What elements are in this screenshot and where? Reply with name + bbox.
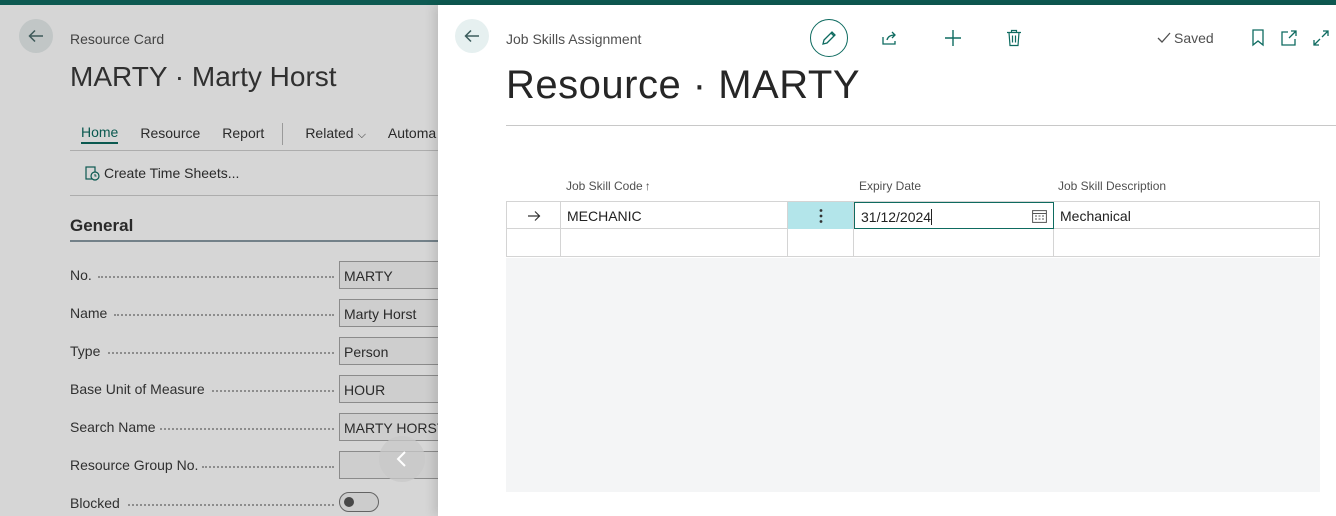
open-new-window-button[interactable] (1278, 27, 1300, 49)
page-title: Resource · MARTY (506, 63, 861, 107)
section-underline (70, 240, 438, 242)
field-type: Type Person (70, 337, 438, 365)
edit-button[interactable] (810, 19, 848, 57)
saved-label: Saved (1174, 30, 1214, 46)
pencil-icon (822, 31, 836, 45)
checkmark-icon (1157, 32, 1171, 43)
field-blocked: Blocked (70, 489, 438, 516)
bookmark-button[interactable] (1247, 27, 1269, 49)
row-actions-button[interactable] (788, 202, 854, 229)
tab-related-label: Related (305, 124, 354, 141)
trash-icon (1007, 29, 1021, 47)
chevron-left-icon (396, 451, 406, 467)
search-name-input[interactable]: MARTY HORST (339, 413, 438, 441)
table-row-new[interactable] (506, 229, 1320, 257)
blocked-toggle[interactable] (339, 492, 379, 512)
row-actions-cell (788, 229, 854, 256)
job-skills-assignment-panel: Job Skills Assignment Saved Resource · M… (438, 5, 1336, 516)
field-leader-dots (108, 352, 334, 354)
field-name: Name Marty Horst (70, 299, 438, 327)
create-time-sheets-action[interactable]: Create Time Sheets... (84, 165, 239, 181)
field-label: Blocked (70, 495, 120, 511)
plus-icon (945, 30, 961, 46)
column-header-expiry-date[interactable]: Expiry Date (859, 179, 921, 193)
field-base-unit-of-measure: Base Unit of Measure HOUR (70, 375, 438, 403)
field-label: Search Name (70, 419, 156, 435)
expand-button[interactable] (1310, 27, 1332, 49)
divider (70, 195, 438, 196)
row-selector[interactable] (507, 202, 561, 229)
text-cursor (931, 209, 933, 225)
tab-home[interactable]: Home (81, 124, 119, 144)
row-selector[interactable] (507, 229, 561, 256)
tab-resource[interactable]: Resource (140, 125, 200, 143)
field-label: Name (70, 305, 108, 321)
section-general-title[interactable]: General (70, 216, 133, 236)
bookmark-icon (1252, 29, 1264, 47)
job-skills-grid: MECHANIC 31/12/2024 Mechanical (506, 201, 1320, 257)
base-unit-of-measure-input[interactable]: HOUR (339, 375, 438, 403)
action-tabs: Home Resource Report Related ⌵ Automa (70, 123, 438, 145)
job-skill-code-cell[interactable]: MECHANIC (561, 202, 788, 229)
field-label: No. (70, 267, 92, 283)
expiry-date-cell[interactable] (854, 229, 1054, 256)
expiry-date-value: 31/12/2024 (861, 209, 932, 225)
tab-related[interactable]: Related ⌵ (305, 125, 366, 144)
field-label: Base Unit of Measure (70, 381, 205, 397)
resource-card-background: Resource Card MARTY · Marty Horst Home R… (0, 5, 438, 516)
breadcrumb: Job Skills Assignment (506, 31, 642, 47)
job-skill-description-cell[interactable] (1054, 229, 1320, 256)
arrow-left-icon (28, 29, 43, 43)
field-leader-dots (114, 314, 334, 316)
job-skill-description-cell[interactable]: Mechanical (1054, 202, 1320, 229)
expiry-date-input[interactable]: 31/12/2024 (854, 202, 1054, 229)
field-leader-dots (212, 390, 334, 392)
create-time-sheets-label: Create Time Sheets... (104, 165, 240, 181)
chevron-down-icon: ⌵ (357, 128, 366, 141)
saved-status: Saved (1157, 30, 1214, 46)
open-in-new-window-icon (1281, 30, 1297, 46)
field-no: No. MARTY (70, 261, 438, 289)
back-button[interactable] (19, 19, 53, 53)
field-leader-dots (160, 428, 334, 430)
expand-icon (1313, 30, 1329, 46)
calendar-icon[interactable] (1032, 209, 1047, 223)
breadcrumb: Resource Card (70, 31, 165, 47)
table-row[interactable]: MECHANIC 31/12/2024 Mechanical (506, 201, 1320, 229)
more-vertical-icon (819, 208, 822, 223)
field-search-name: Search Name MARTY HORST (70, 413, 438, 441)
field-label: Type (70, 343, 101, 359)
back-button[interactable] (455, 19, 489, 53)
field-leader-dots (202, 466, 334, 468)
tab-report[interactable]: Report (222, 125, 264, 143)
column-header-label: Job Skill Code (566, 179, 643, 193)
tab-separator (282, 123, 284, 145)
field-leader-dots (98, 276, 334, 278)
share-button[interactable] (879, 27, 901, 49)
divider (70, 150, 438, 151)
new-button[interactable] (942, 27, 964, 49)
column-header-job-skill-description[interactable]: Job Skill Description (1058, 179, 1166, 193)
arrow-right-icon (527, 210, 540, 221)
sort-ascending-icon: ↑ (644, 179, 651, 193)
grid-empty-area (506, 258, 1320, 492)
share-icon (882, 31, 896, 45)
field-leader-dots (128, 504, 334, 506)
field-label: Resource Group No. (70, 457, 199, 473)
column-header-job-skill-code[interactable]: Job Skill Code ↑ (566, 179, 651, 193)
collapse-panel-button[interactable] (379, 436, 425, 482)
page-title: MARTY · Marty Horst (70, 61, 337, 92)
arrow-left-icon (464, 29, 479, 43)
job-skill-code-cell[interactable] (561, 229, 788, 256)
title-divider (506, 125, 1336, 126)
time-sheet-icon (85, 166, 100, 181)
name-input[interactable]: Marty Horst (339, 299, 438, 327)
type-select[interactable]: Person (339, 337, 438, 365)
tab-automate[interactable]: Automa (388, 125, 436, 143)
no-input[interactable]: MARTY (339, 261, 438, 289)
delete-button[interactable] (1003, 27, 1025, 49)
